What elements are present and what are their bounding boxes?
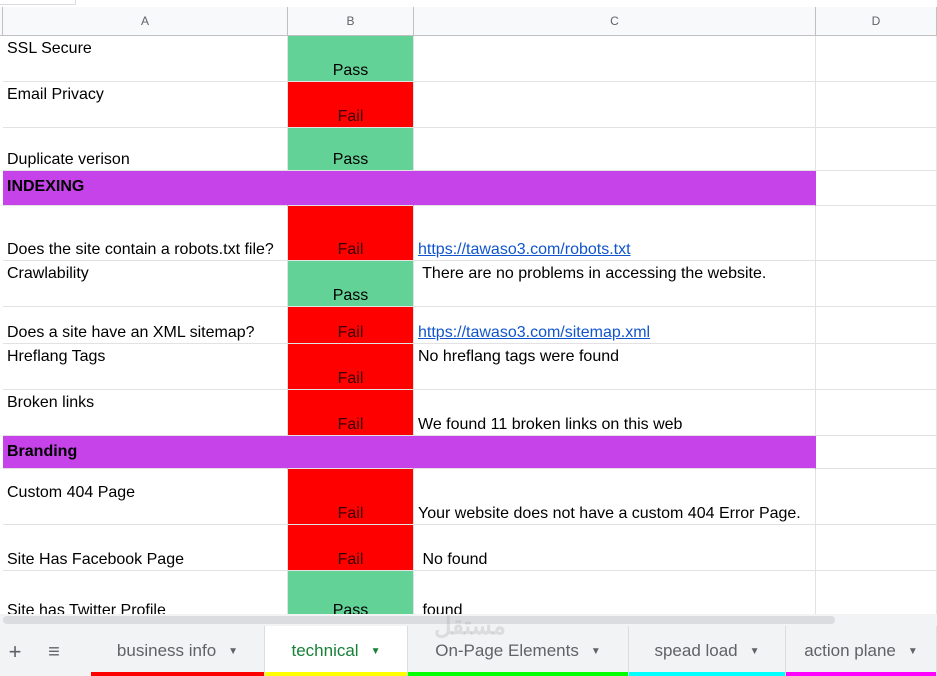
cell-empty[interactable] [816,390,937,436]
section-cell[interactable] [414,436,816,469]
cell-empty[interactable] [816,525,937,571]
tab-color-stripe [265,672,407,676]
table-row: Email Privacy Fail [3,82,937,128]
cell-empty[interactable] [816,36,937,82]
cell-status[interactable]: Fail [288,525,414,571]
cell-status[interactable]: Pass [288,261,414,307]
cell-status[interactable]: Pass [288,36,414,82]
cell-check-name[interactable]: Does a site have an XML sitemap? [3,307,288,344]
cell-check-name[interactable]: Site has Twitter Profile [3,571,288,614]
robots-link[interactable]: https://tawaso3.com/robots.txt [418,240,815,259]
chevron-down-icon[interactable]: ▼ [750,646,760,657]
chevron-down-icon[interactable]: ▼ [908,646,918,657]
sitemap-link[interactable]: https://tawaso3.com/sitemap.xml [418,323,815,342]
name-box-edge [0,0,76,5]
column-header-a[interactable]: A [3,7,288,36]
tab-technical[interactable]: technical ▼ [265,626,408,676]
table-row: Site has Twitter Profile Pass found [3,571,937,614]
tab-business-info[interactable]: business info ▼ [91,626,265,676]
cell-status[interactable]: Fail [288,469,414,525]
section-header-row: Branding [3,436,937,469]
cell-status[interactable]: Fail [288,307,414,344]
cell-empty[interactable] [816,436,937,469]
cell-empty[interactable] [816,469,937,525]
tab-action-plane[interactable]: action plane ▼ [786,626,937,676]
cell-status[interactable]: Pass [288,571,414,614]
cell-notes[interactable]: https://tawaso3.com/robots.txt [414,206,816,261]
all-sheets-icon[interactable]: ≡ [40,638,68,666]
table-row: Does a site have an XML sitemap? Fail ht… [3,307,937,344]
cell-empty[interactable] [816,206,937,261]
column-header-b[interactable]: B [288,7,414,36]
cell-check-name[interactable]: Site Has Facebook Page [3,525,288,571]
section-cell[interactable] [288,171,414,206]
section-cell[interactable] [288,436,414,469]
add-sheet-icon[interactable]: + [1,638,29,666]
tab-color-stripe [408,672,628,676]
cell-status[interactable]: Fail [288,344,414,390]
cell-empty[interactable] [816,344,937,390]
cell-status[interactable]: Fail [288,206,414,261]
cell-notes[interactable]: https://tawaso3.com/sitemap.xml [414,307,816,344]
watermark-logo: مستقل [434,613,506,640]
tab-spead-load[interactable]: spead load ▼ [629,626,786,676]
cell-notes[interactable]: No found [414,525,816,571]
section-title-cell[interactable]: Branding [3,436,288,469]
cell-empty[interactable] [816,261,937,307]
cell-empty[interactable] [816,307,937,344]
table-row: Hreflang Tags Fail No hreflang tags were… [3,344,937,390]
tab-color-stripe [91,672,264,676]
cell-empty[interactable] [816,571,937,614]
section-cell[interactable] [414,171,816,206]
cell-check-name[interactable]: Email Privacy [3,82,288,128]
tab-color-stripe [629,672,785,676]
cell-notes[interactable] [414,36,816,82]
cell-notes[interactable]: No hreflang tags were found [414,344,816,390]
table-row: Custom 404 Page Fail Your website does n… [3,469,937,525]
column-header-c[interactable]: C [414,7,816,36]
table-row: Site Has Facebook Page Fail No found [3,525,937,571]
cell-check-name[interactable]: Does the site contain a robots.txt file? [3,206,288,261]
cell-status[interactable]: Pass [288,128,414,171]
chevron-down-icon[interactable]: ▼ [591,646,601,657]
cell-status[interactable]: Fail [288,390,414,436]
cell-status[interactable]: Fail [288,82,414,128]
cell-notes[interactable] [414,128,816,171]
table-row: Duplicate verison Pass [3,128,937,171]
table-row: Broken links Fail We found 11 broken lin… [3,390,937,436]
cell-notes[interactable]: We found 11 broken links on this web [414,390,816,436]
section-header-row: INDEXING [3,171,937,206]
sheet-grid[interactable]: SSL Secure Pass Email Privacy Fail Dupli… [3,36,937,614]
cell-empty[interactable] [816,82,937,128]
cell-notes[interactable] [414,82,816,128]
table-row: Does the site contain a robots.txt file?… [3,206,937,261]
section-title-cell[interactable]: INDEXING [3,171,288,206]
cell-check-name[interactable]: Custom 404 Page [3,469,288,525]
cell-check-name[interactable]: Duplicate verison [3,128,288,171]
cell-notes[interactable]: found [414,571,816,614]
table-row: SSL Secure Pass [3,36,937,82]
chevron-down-icon[interactable]: ▼ [228,646,238,657]
chevron-down-icon[interactable]: ▼ [371,646,381,657]
cell-notes[interactable]: Your website does not have a custom 404 … [414,469,816,525]
tab-color-stripe [786,672,936,676]
cell-check-name[interactable]: Crawlability [3,261,288,307]
cell-empty[interactable] [816,171,937,206]
cell-check-name[interactable]: SSL Secure [3,36,288,82]
column-header-d[interactable]: D [816,7,937,36]
cell-check-name[interactable]: Hreflang Tags [3,344,288,390]
cell-empty[interactable] [816,128,937,171]
cell-notes[interactable]: There are no problems in accessing the w… [414,261,816,307]
table-row: Crawlability Pass There are no problems … [3,261,937,307]
cell-check-name[interactable]: Broken links [3,390,288,436]
